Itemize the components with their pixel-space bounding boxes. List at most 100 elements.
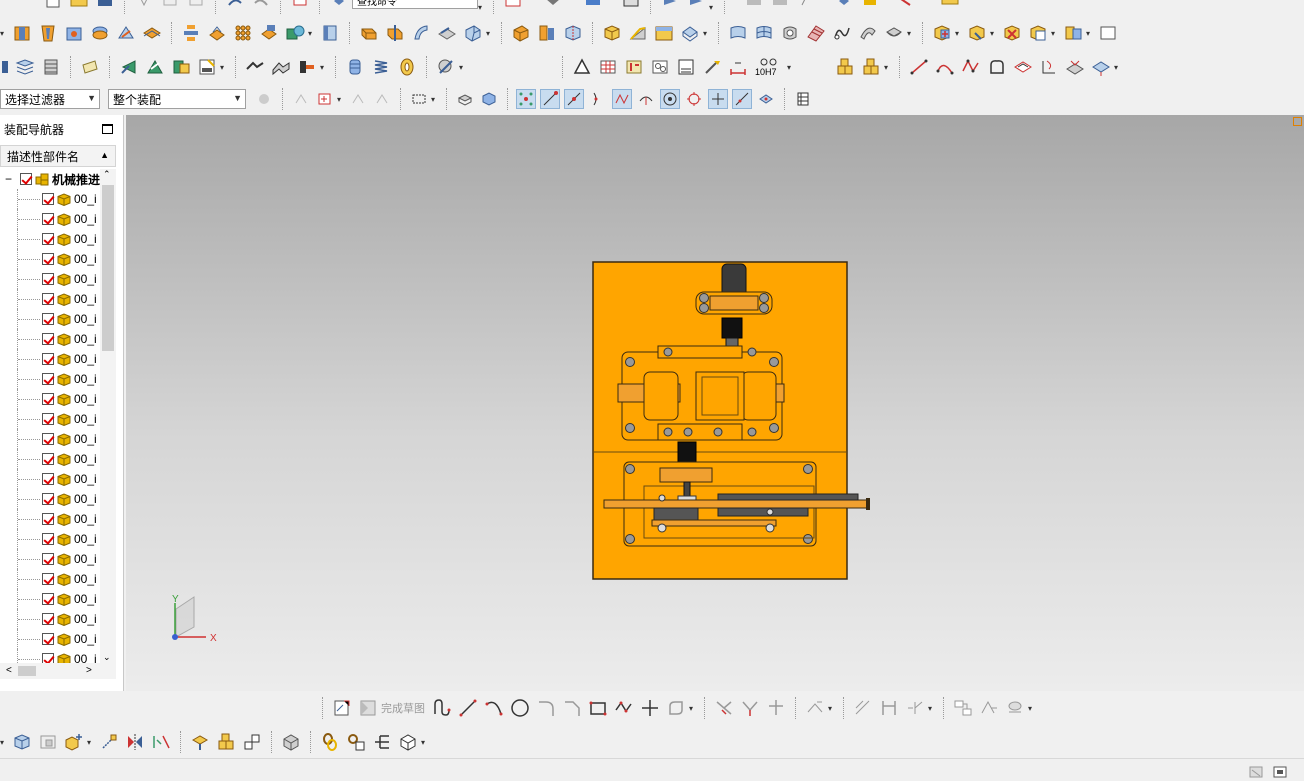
bridge-surface-icon[interactable] xyxy=(883,22,905,44)
gear-tool-icon[interactable] xyxy=(435,56,457,78)
move-component-icon[interactable] xyxy=(118,56,140,78)
visibility-checkbox[interactable] xyxy=(42,653,54,663)
tree-node-child[interactable]: 00_i xyxy=(0,189,100,209)
select-curve-icon[interactable] xyxy=(372,89,392,109)
visibility-checkbox[interactable] xyxy=(42,293,54,305)
cylinder-part-icon[interactable] xyxy=(344,56,366,78)
rectangle-sketch-icon[interactable] xyxy=(587,697,609,719)
scroll-up-icon[interactable]: ⌃ xyxy=(103,169,111,180)
sequence-icon[interactable] xyxy=(371,731,393,753)
wave-link-icon[interactable] xyxy=(170,56,192,78)
visibility-checkbox[interactable] xyxy=(42,373,54,385)
tree-node-child[interactable]: 00_i xyxy=(0,629,100,649)
thicken-icon[interactable] xyxy=(436,22,458,44)
visibility-checkbox[interactable] xyxy=(42,613,54,625)
drawing-sheet-icon[interactable] xyxy=(743,0,765,14)
tree-node-child[interactable]: 00_i xyxy=(0,469,100,489)
arrangement-icon[interactable] xyxy=(397,731,419,753)
pad-icon[interactable] xyxy=(63,22,85,44)
tolerance-fit-icon[interactable]: 10H7 xyxy=(753,56,785,78)
tree-node-child[interactable]: 00_i xyxy=(0,269,100,289)
trim-sketch-icon[interactable] xyxy=(713,697,735,719)
save-icon[interactable] xyxy=(94,0,116,14)
scroll-left-icon[interactable]: < xyxy=(6,665,12,676)
frame-icon[interactable] xyxy=(620,0,642,14)
auto-balloon-icon[interactable] xyxy=(649,56,671,78)
note-icon[interactable] xyxy=(79,56,101,78)
constraint-sketch-icon[interactable] xyxy=(804,697,826,719)
studio-spline-icon[interactable] xyxy=(960,56,982,78)
visibility-checkbox[interactable] xyxy=(42,513,54,525)
wave-geometry-linker-icon[interactable] xyxy=(189,731,211,753)
sheet-metal-icon[interactable] xyxy=(244,56,266,78)
tab-feature-icon[interactable] xyxy=(296,56,318,78)
remove-component-icon[interactable] xyxy=(1001,22,1023,44)
flange-icon[interactable] xyxy=(270,56,292,78)
chamfer-icon[interactable] xyxy=(510,22,532,44)
weld-icon[interactable] xyxy=(859,0,881,14)
visibility-checkbox[interactable] xyxy=(42,213,54,225)
snap-existing-point-icon[interactable] xyxy=(708,89,728,109)
command-finder-icon[interactable] xyxy=(328,0,350,14)
extend-sketch-icon[interactable] xyxy=(739,697,761,719)
tree-node-child[interactable]: 00_i xyxy=(0,489,100,509)
scroll-down-icon[interactable]: ⌄ xyxy=(103,652,111,663)
tree-node-child[interactable]: 00_i xyxy=(0,309,100,329)
visibility-checkbox[interactable] xyxy=(42,433,54,445)
open-folder-icon[interactable] xyxy=(68,0,90,14)
visibility-checkbox[interactable] xyxy=(42,253,54,265)
snap-tangent-icon[interactable] xyxy=(636,89,656,109)
filter-settings-icon[interactable] xyxy=(254,89,274,109)
visibility-checkbox[interactable] xyxy=(42,193,54,205)
column-header-descriptive-part-name[interactable]: 描述性部件名 ▲ xyxy=(0,145,116,167)
visibility-checkbox[interactable] xyxy=(42,453,54,465)
visibility-checkbox[interactable] xyxy=(42,553,54,565)
stack-boxes-icon[interactable] xyxy=(834,56,856,78)
clearance-analysis-icon[interactable] xyxy=(280,731,302,753)
tree-node-child[interactable]: 00_i xyxy=(0,609,100,629)
move-component-2-icon[interactable] xyxy=(98,731,120,753)
combine-icon[interactable] xyxy=(258,22,280,44)
split-body-icon[interactable] xyxy=(536,22,558,44)
block-icon[interactable] xyxy=(582,0,604,14)
arrow-icon[interactable] xyxy=(795,0,817,14)
mesh-surface-icon[interactable] xyxy=(805,22,827,44)
command-finder-input[interactable]: 查找命令 xyxy=(352,0,478,9)
polygon-sketch-icon[interactable] xyxy=(613,697,635,719)
dimension-icon[interactable] xyxy=(727,56,749,78)
auto-constrain-icon[interactable] xyxy=(1004,697,1026,719)
tree-node-child[interactable]: 00_i xyxy=(0,649,100,663)
visibility-checkbox[interactable] xyxy=(42,633,54,645)
drawing-view-icon[interactable] xyxy=(769,0,791,14)
visibility-checkbox[interactable] xyxy=(42,313,54,325)
tree-node-child[interactable]: 00_i xyxy=(0,249,100,269)
snap-mid-point-icon[interactable] xyxy=(564,89,584,109)
sketch-icon[interactable] xyxy=(331,697,353,719)
scroll-thumb-horizontal[interactable] xyxy=(18,666,36,676)
motion-icon[interactable] xyxy=(893,0,915,14)
repositioning-icon[interactable] xyxy=(144,56,166,78)
extract-curve-icon[interactable] xyxy=(1090,56,1112,78)
feature-flag-icon[interactable] xyxy=(659,0,681,14)
line-tool-icon[interactable] xyxy=(908,56,930,78)
status-fullscreen-icon[interactable] xyxy=(1270,762,1290,781)
tree-node-child[interactable]: 00_i xyxy=(0,389,100,409)
point-sketch-icon[interactable] xyxy=(639,697,661,719)
snap-quadrant-icon[interactable] xyxy=(684,89,704,109)
feature-flag-2-icon[interactable] xyxy=(685,0,707,14)
offset-curve-icon[interactable] xyxy=(1012,56,1034,78)
rectangle-select-icon[interactable] xyxy=(409,89,429,109)
stack-boxes-2-icon[interactable] xyxy=(860,56,882,78)
add-existing-component-icon[interactable] xyxy=(63,731,85,753)
table-icon[interactable] xyxy=(597,56,619,78)
snap-all-icon[interactable] xyxy=(516,89,536,109)
swoop-icon[interactable] xyxy=(857,22,879,44)
offset-sketch-icon[interactable] xyxy=(665,697,687,719)
tree-node-child[interactable]: 00_i xyxy=(0,349,100,369)
stepped-block-icon[interactable] xyxy=(653,22,675,44)
assembly-constraint-icon[interactable] xyxy=(1062,22,1084,44)
deformable-part-icon[interactable] xyxy=(345,731,367,753)
drawing-format-icon[interactable] xyxy=(675,56,697,78)
edge-blend-icon[interactable] xyxy=(462,22,484,44)
finish-sketch-label[interactable]: 完成草图 xyxy=(381,700,425,716)
